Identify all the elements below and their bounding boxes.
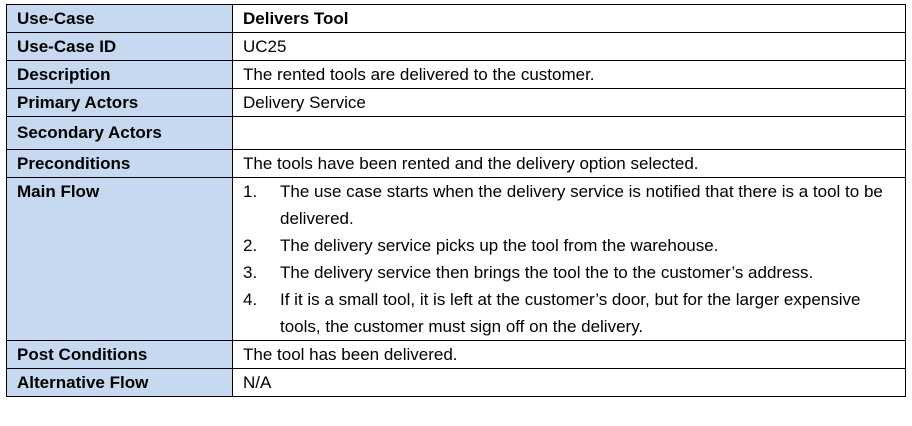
- row-label: Description: [6, 60, 233, 89]
- row-value: The tools have been rented and the deliv…: [232, 149, 906, 178]
- table-row-description: Description The rented tools are deliver…: [6, 60, 906, 89]
- use-case-title: Delivers Tool: [232, 4, 906, 33]
- step-number: 3.: [243, 263, 258, 282]
- row-label: Use-Case ID: [6, 32, 233, 61]
- table-row-use-case: Use-Case Delivers Tool: [6, 4, 906, 33]
- list-item: 4. If it is a small tool, it is left at …: [243, 286, 895, 340]
- step-text: The use case starts when the delivery se…: [280, 182, 883, 228]
- row-label: Main Flow: [6, 177, 233, 341]
- table-row-primary-actors: Primary Actors Delivery Service: [6, 88, 906, 117]
- row-label: Alternative Flow: [6, 368, 233, 397]
- step-text: The delivery service picks up the tool f…: [280, 236, 719, 255]
- table-row-main-flow: Main Flow 1. The use case starts when th…: [6, 177, 906, 341]
- step-number: 2.: [243, 236, 258, 255]
- step-number: 1.: [243, 182, 258, 201]
- table-row-post-conditions: Post Conditions The tool has been delive…: [6, 340, 906, 369]
- row-value: [232, 116, 906, 150]
- steps-list: 1. The use case starts when the delivery…: [243, 178, 895, 340]
- row-label: Primary Actors: [6, 88, 233, 117]
- step-text: If it is a small tool, it is left at the…: [280, 290, 861, 336]
- step-text: The delivery service then brings the too…: [280, 263, 814, 282]
- use-case-table: Use-Case Delivers Tool Use-Case ID UC25 …: [6, 4, 906, 397]
- row-value: UC25: [232, 32, 906, 61]
- step-number: 4.: [243, 290, 258, 309]
- main-flow-steps: 1. The use case starts when the delivery…: [232, 177, 906, 341]
- row-value: The rented tools are delivered to the cu…: [232, 60, 906, 89]
- list-item: 2. The delivery service picks up the too…: [243, 232, 895, 259]
- table-row-secondary-actors: Secondary Actors: [6, 116, 906, 150]
- table-row-preconditions: Preconditions The tools have been rented…: [6, 149, 906, 178]
- row-value: N/A: [232, 368, 906, 397]
- row-label: Post Conditions: [6, 340, 233, 369]
- row-value: The tool has been delivered.: [232, 340, 906, 369]
- table-row-alternative-flow: Alternative Flow N/A: [6, 368, 906, 397]
- list-item: 3. The delivery service then brings the …: [243, 259, 895, 286]
- row-label: Preconditions: [6, 149, 233, 178]
- table-row-use-case-id: Use-Case ID UC25: [6, 32, 906, 61]
- row-label: Use-Case: [6, 4, 233, 33]
- list-item: 1. The use case starts when the delivery…: [243, 178, 895, 232]
- row-label: Secondary Actors: [6, 116, 233, 150]
- row-value: Delivery Service: [232, 88, 906, 117]
